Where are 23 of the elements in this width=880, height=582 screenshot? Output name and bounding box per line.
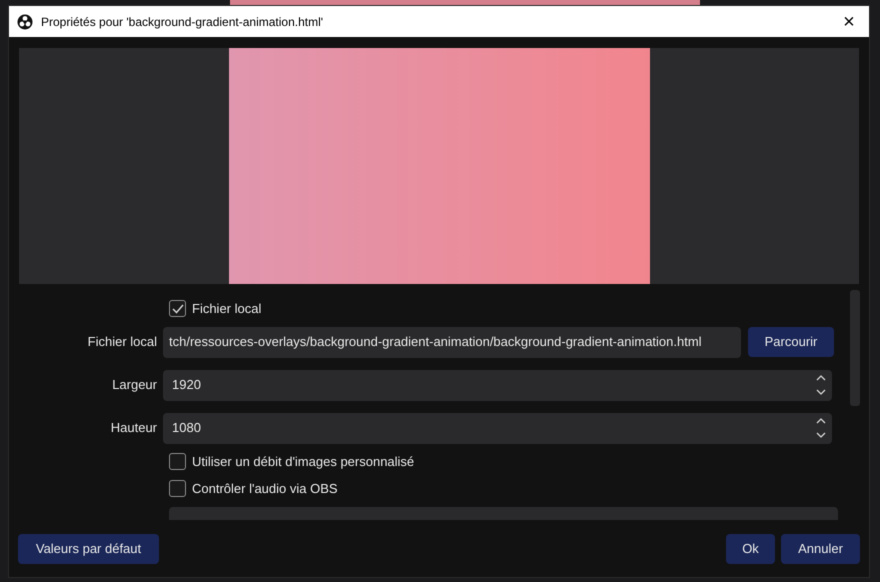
path-field[interactable]: tch/ressources-overlays/background-gradient-animation/background-gradient-animation.html xyxy=(163,326,741,358)
checkbox-label: Contrôler l'audio via OBS xyxy=(192,480,338,498)
field-label: Fichier local xyxy=(86,333,158,352)
checkbox-label: Fichier local xyxy=(192,300,262,318)
checkmark-icon xyxy=(172,304,184,314)
window-title: Propriétés pour 'background-gradient-animation.html' xyxy=(41,14,324,30)
checkbox[interactable] xyxy=(169,300,186,318)
scrollbar[interactable] xyxy=(850,290,860,406)
field-label: Largeur xyxy=(111,376,158,394)
defaults-button[interactable]: Valeurs par défaut xyxy=(18,534,159,564)
spin-arrows-icon[interactable] xyxy=(816,374,826,396)
app-logo-icon xyxy=(17,14,33,30)
checkbox[interactable] xyxy=(169,452,186,470)
number-field[interactable]: 1920 xyxy=(163,370,832,400)
field-label: Hauteur xyxy=(110,419,158,438)
spin-arrows-icon[interactable] xyxy=(816,417,826,439)
close-button[interactable]: × xyxy=(837,10,861,34)
browse-button[interactable]: Parcourir xyxy=(748,327,834,357)
cancel-button[interactable]: Annuler xyxy=(781,534,860,564)
checkbox-label: Utiliser un débit d'images personnalisé xyxy=(192,452,414,471)
ok-button[interactable]: Ok xyxy=(726,534,775,564)
checkbox[interactable] xyxy=(169,480,186,498)
number-field[interactable]: 1080 xyxy=(163,412,832,444)
